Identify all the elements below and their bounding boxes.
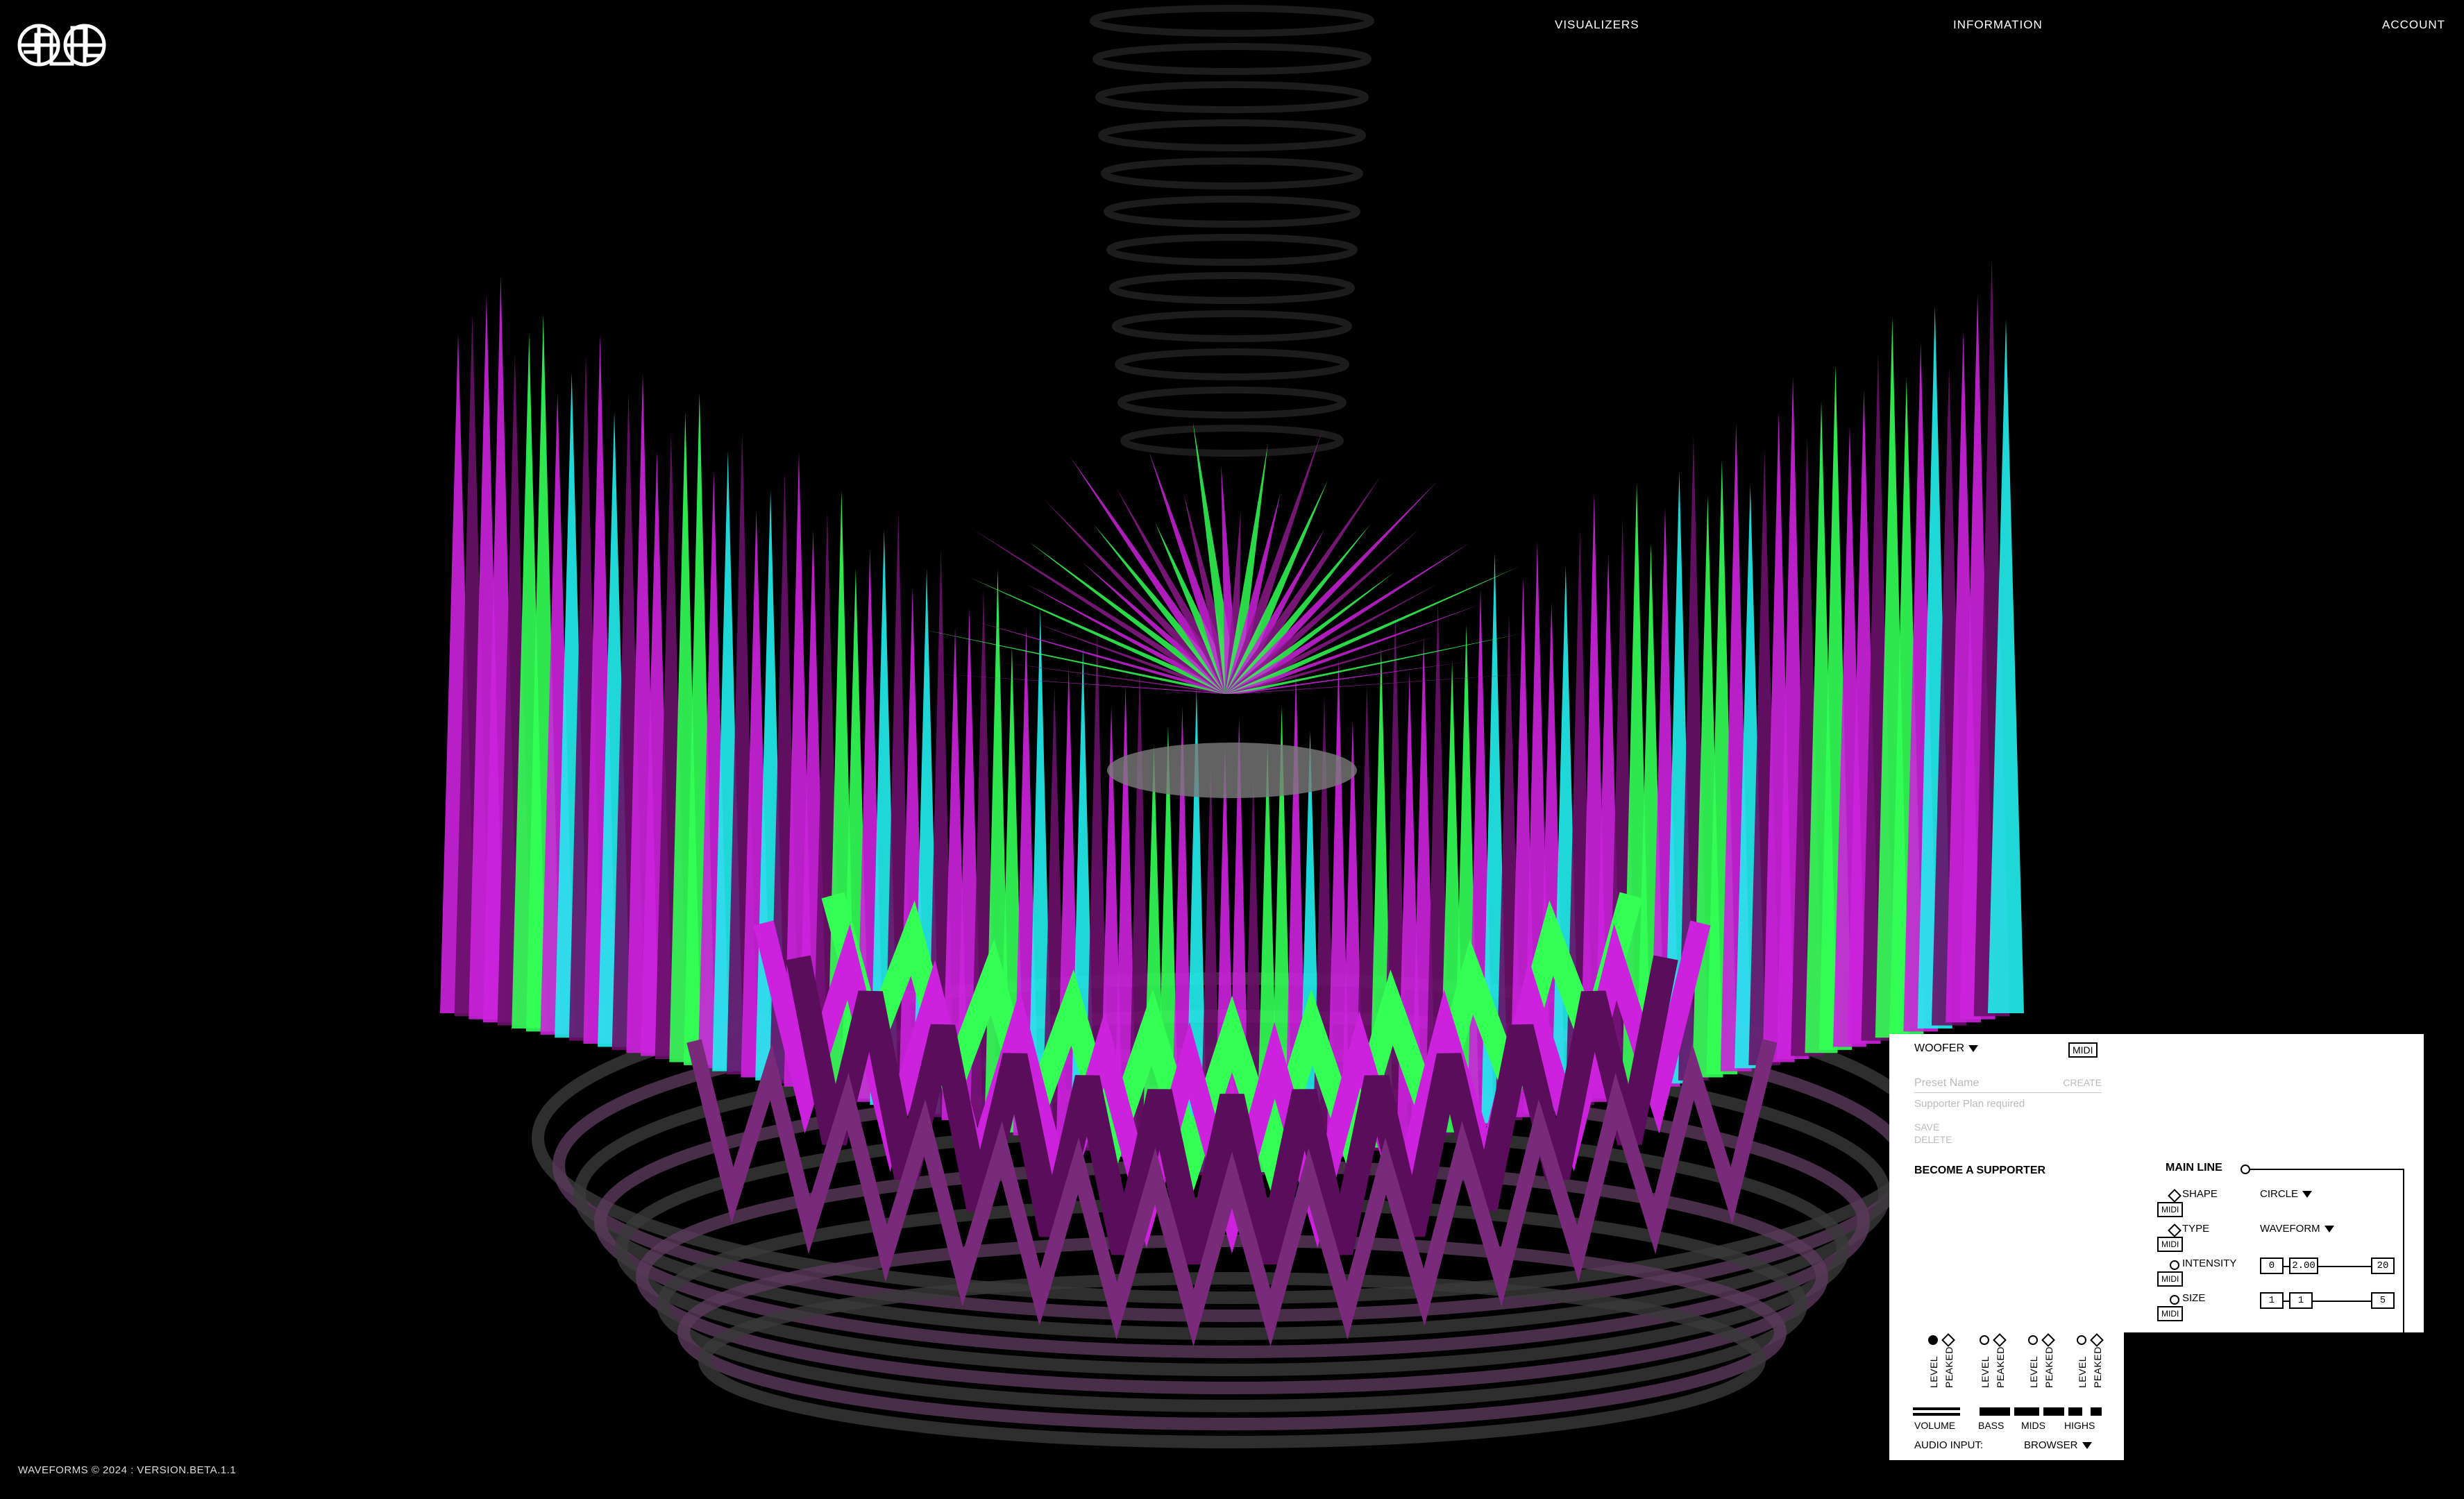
mids-level-label: LEVEL (2028, 1355, 2039, 1388)
shape-value: CIRCLE (2260, 1188, 2299, 1200)
intensity-label: INTENSITY (2182, 1257, 2237, 1269)
audio-input-dropdown[interactable]: BROWSER (2024, 1439, 2092, 1451)
become-supporter-link[interactable]: BECOME A SUPPORTER (1914, 1165, 2045, 1177)
highs-level-toggle-icon[interactable] (2077, 1335, 2086, 1345)
highs-meter-bar (2068, 1407, 2082, 1416)
footer-version: WAVEFORMS © 2024 : VERSION.BETA.1.1 (18, 1464, 237, 1476)
bg-ring (1112, 310, 1352, 342)
type-value: WAVEFORM (2260, 1223, 2320, 1235)
size-midi-button[interactable]: MIDI (2157, 1306, 2184, 1321)
band-mids-label: MIDS (2021, 1420, 2045, 1431)
bass-peaked-label: PEAKED (1995, 1346, 2006, 1388)
caret-down-icon (2082, 1442, 2092, 1450)
mids-level-toggle-icon[interactable] (2028, 1335, 2038, 1345)
save-button[interactable]: SAVE (1914, 1121, 1939, 1133)
center-glow (1107, 743, 1357, 798)
mids-meter-bar (2014, 1407, 2039, 1416)
nav-account[interactable]: ACCOUNT (2382, 18, 2445, 32)
audio-input-label: AUDIO INPUT: (1914, 1439, 1984, 1451)
bg-ring (1115, 348, 1349, 380)
size-max: 5 (2371, 1292, 2395, 1309)
type-dropdown[interactable]: WAVEFORM (2260, 1223, 2334, 1235)
volume-meter-bar (1913, 1407, 1960, 1410)
preset-dropdown[interactable]: WOOFER (1914, 1042, 1978, 1055)
bg-ring (1109, 272, 1355, 304)
shape-label: SHAPE (2182, 1188, 2218, 1200)
main-line-toggle[interactable] (2241, 1165, 2250, 1174)
delete-button[interactable]: DELETE (1914, 1134, 1952, 1145)
bg-ring (1106, 234, 1358, 266)
highs-peaked-label: PEAKED (2092, 1346, 2103, 1388)
mids-peaked-toggle-icon[interactable] (2041, 1333, 2055, 1347)
type-label: TYPE (2182, 1223, 2210, 1235)
control-panel: WOOFER MIDI Preset Name CREATE Supporter… (1889, 1034, 2424, 1335)
volume-peaked-label: PEAKED (1943, 1346, 1955, 1388)
nav-visualizers[interactable]: VISUALIZERS (1555, 18, 1639, 32)
shape-midi-button[interactable]: MIDI (2157, 1202, 2184, 1217)
band-bass-label: BASS (1978, 1420, 2005, 1431)
level-toggle-icon[interactable] (1928, 1335, 1938, 1345)
size-label: SIZE (2182, 1292, 2206, 1304)
intensity-min: 0 (2260, 1257, 2284, 1274)
nav-information[interactable]: INFORMATION (1953, 18, 2043, 32)
bg-ring (1090, 5, 1374, 37)
preset-dropdown-value: WOOFER (1914, 1042, 1964, 1054)
globe-waveform-logo-icon[interactable] (17, 14, 107, 76)
size-value[interactable]: 1 (2289, 1292, 2313, 1309)
intensity-midi-button[interactable]: MIDI (2157, 1271, 2184, 1287)
preset-name-placeholder: Preset Name (1914, 1077, 1980, 1089)
bg-ring (1095, 81, 1369, 113)
section-line-vertical (2403, 1169, 2404, 1335)
type-toggle-icon[interactable] (2168, 1223, 2182, 1237)
highs-meter-bar-2 (2091, 1407, 2102, 1416)
bass-level-label: LEVEL (1980, 1355, 1991, 1388)
highs-peaked-toggle-icon[interactable] (2090, 1333, 2104, 1347)
volume-peak-bar (1913, 1413, 1960, 1416)
caret-down-icon (1968, 1044, 1978, 1052)
band-volume-label: VOLUME (1914, 1420, 1956, 1431)
band-highs-label: HIGHS (2064, 1420, 2095, 1431)
highs-level-label: LEVEL (2077, 1355, 2088, 1388)
volume-level-label: LEVEL (1928, 1355, 1939, 1388)
shape-dropdown[interactable]: CIRCLE (2260, 1188, 2313, 1200)
caret-down-icon (2324, 1226, 2334, 1233)
audio-meter-panel: LEVEL PEAKED LEVEL PEAKED LEVEL PEAKED L… (1889, 1331, 2124, 1460)
main-line-title: MAIN LINE (2166, 1162, 2222, 1174)
mids-peaked-label: PEAKED (2043, 1346, 2054, 1388)
midi-button[interactable]: MIDI (2068, 1042, 2098, 1058)
bg-ring (1098, 119, 1366, 151)
bg-ring (1104, 196, 1360, 228)
shape-toggle-icon[interactable] (2168, 1189, 2182, 1203)
size-toggle-icon[interactable] (2170, 1295, 2179, 1305)
supporter-note: Supporter Plan required (1914, 1098, 2025, 1110)
peaked-toggle-icon[interactable] (1941, 1333, 1955, 1347)
bass-meter-bar (1980, 1407, 2010, 1416)
bg-ring (1117, 387, 1347, 418)
bg-ring (1101, 158, 1363, 189)
bg-ring (1120, 425, 1344, 457)
preset-name-field[interactable]: Preset Name CREATE (1914, 1077, 2102, 1093)
size-min: 1 (2260, 1292, 2284, 1309)
intensity-max: 20 (2371, 1257, 2395, 1274)
audio-input-value: BROWSER (2024, 1439, 2078, 1451)
mids-meter-bar-2 (2043, 1407, 2064, 1416)
intensity-value[interactable]: 2.00 (2289, 1257, 2318, 1274)
bass-peaked-toggle-icon[interactable] (1993, 1333, 2007, 1347)
caret-down-icon (2302, 1191, 2313, 1199)
create-button[interactable]: CREATE (2063, 1077, 2102, 1088)
intensity-toggle-icon[interactable] (2170, 1260, 2179, 1270)
bass-level-toggle-icon[interactable] (1980, 1335, 1989, 1345)
section-line (2250, 1169, 2404, 1170)
type-midi-button[interactable]: MIDI (2157, 1237, 2184, 1252)
bg-ring (1092, 43, 1372, 75)
